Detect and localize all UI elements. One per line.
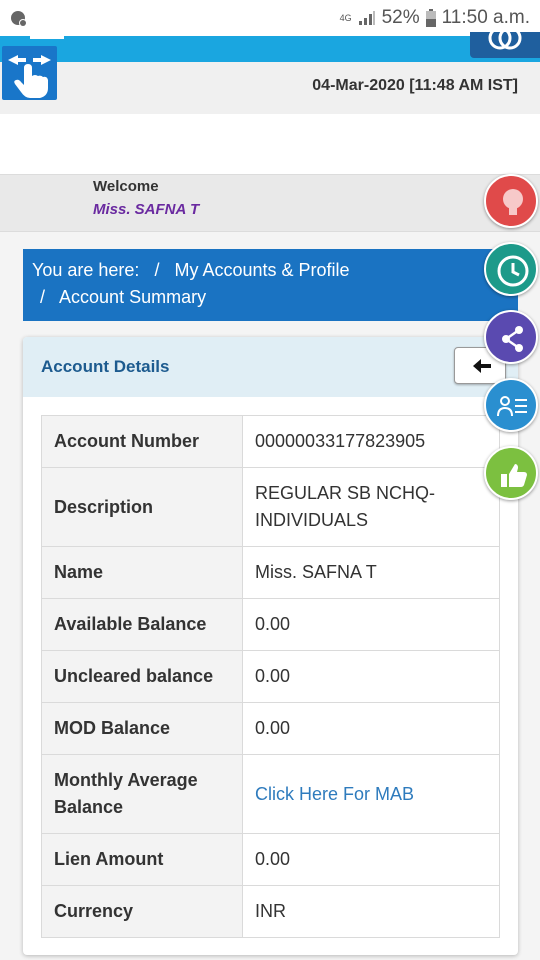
account-details-table: Account Number 00000033177823905 Descrip… — [41, 415, 500, 938]
fab-tips-button[interactable] — [484, 174, 538, 228]
panel-title: Account Details — [41, 357, 170, 376]
account-number-value: 00000033177823905 — [242, 415, 500, 468]
monthly-average-balance-label: Monthly Average Balance — [41, 754, 243, 834]
welcome-band — [0, 174, 540, 232]
lien-amount-value: 0.00 — [242, 833, 500, 886]
welcome-label: Welcome — [93, 178, 159, 195]
account-details-panel: Account Details Account Number 000000331… — [23, 337, 518, 955]
table-row: Currency INR — [41, 885, 500, 938]
account-number-label: Account Number — [41, 415, 243, 468]
description-value: REGULAR SB NCHQ-INDIVIDUALS — [242, 467, 500, 547]
header-action-button[interactable] — [470, 26, 540, 58]
status-indicators: 4G 52% 11:50 a.m. — [340, 7, 530, 29]
mod-balance-value: 0.00 — [242, 702, 500, 755]
table-row: Monthly Average Balance Click Here For M… — [41, 754, 500, 834]
table-row: Name Miss. SAFNA T — [41, 546, 500, 599]
panel-header: Account Details — [23, 337, 518, 397]
mod-balance-label: MOD Balance — [41, 702, 243, 755]
breadcrumb-prefix: You are here: — [32, 260, 140, 280]
uncleared-balance-label: Uncleared balance — [41, 650, 243, 703]
table-row: Description REGULAR SB NCHQ-INDIVIDUALS — [41, 467, 500, 547]
table-row: MOD Balance 0.00 — [41, 702, 500, 755]
thumbs-up-icon — [501, 464, 527, 487]
available-balance-value: 0.00 — [242, 598, 500, 651]
fab-history-button[interactable] — [484, 242, 538, 296]
battery-percent: 52% — [381, 7, 420, 28]
breadcrumb: You are here: / My Accounts & Profile / … — [23, 249, 518, 321]
lightbulb-icon — [503, 189, 523, 215]
signal-icon — [358, 11, 375, 25]
content-spacer — [0, 114, 540, 174]
share-icon — [502, 326, 523, 352]
link-icon — [488, 26, 522, 50]
battery-icon — [425, 9, 436, 27]
app-header-bar — [0, 36, 540, 62]
breadcrumb-item-account-summary: Account Summary — [59, 287, 207, 307]
currency-label: Currency — [41, 885, 243, 938]
available-balance-label: Available Balance — [41, 598, 243, 651]
mab-link[interactable]: Click Here For MAB — [242, 754, 500, 834]
welcome-user-name: Miss. SAFNA T — [93, 201, 200, 218]
clock: 11:50 a.m. — [441, 7, 530, 28]
currency-value: INR — [242, 885, 500, 938]
name-label: Name — [41, 546, 243, 599]
network-type: 4G — [339, 12, 352, 23]
table-row: Uncleared balance 0.00 — [41, 650, 500, 703]
uncleared-balance-value: 0.00 — [242, 650, 500, 703]
fab-feedback-button[interactable] — [484, 446, 538, 500]
notification-icon — [11, 11, 27, 27]
app-logo[interactable] — [2, 46, 57, 100]
breadcrumb-separator: / — [154, 260, 160, 280]
history-icon — [497, 255, 529, 287]
name-value: Miss. SAFNA T — [242, 546, 500, 599]
swipe-hand-icon — [8, 55, 51, 98]
menu-icon[interactable] — [30, 36, 64, 39]
table-row: Available Balance 0.00 — [41, 598, 500, 651]
fab-share-button[interactable] — [484, 310, 538, 364]
status-bar: 4G 52% 11:50 a.m. — [0, 0, 540, 36]
lien-amount-label: Lien Amount — [41, 833, 243, 886]
description-label: Description — [41, 467, 243, 547]
table-row: Account Number 00000033177823905 — [41, 415, 500, 468]
breadcrumb-separator: / — [40, 287, 46, 307]
breadcrumb-item-my-accounts[interactable]: My Accounts & Profile — [174, 260, 349, 280]
last-login-datetime: 04-Mar-2020 [11:48 AM IST] — [312, 77, 518, 94]
table-row: Lien Amount 0.00 — [41, 833, 500, 886]
list-user-icon — [497, 396, 527, 417]
fab-profile-list-button[interactable] — [484, 378, 538, 432]
